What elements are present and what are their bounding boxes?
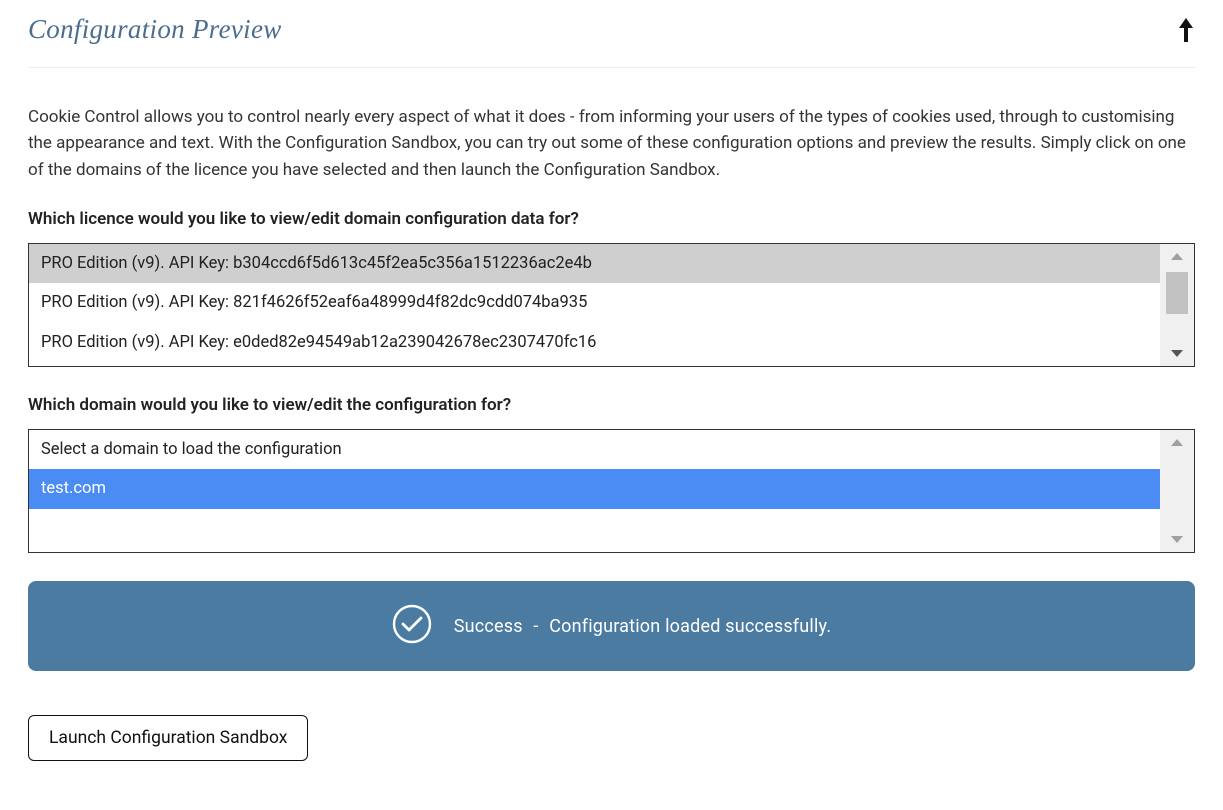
domain-listbox[interactable]: Select a domain to load the configuratio… [28,429,1195,553]
licence-option[interactable]: PRO Edition (v9). API Key: 821f4626f52ea… [29,283,1160,322]
success-check-icon [392,604,432,648]
scroll-up-icon[interactable] [1171,253,1183,260]
domain-option[interactable]: test.com [29,469,1160,508]
licence-option[interactable]: PRO Edition (v9). API Key: e0ded82e94549… [29,323,1160,362]
licence-listbox[interactable]: PRO Edition (v9). API Key: b304ccd6f5d61… [28,243,1195,367]
licence-label: Which licence would you like to view/edi… [28,209,1195,229]
licence-option[interactable]: PRO Edition (v9). API Key: b304ccd6f5d61… [29,244,1160,283]
scroll-thumb[interactable] [1166,272,1188,314]
domain-option[interactable]: Select a domain to load the configuratio… [29,430,1160,469]
status-banner: Success - Configuration loaded successfu… [28,581,1195,671]
domain-label: Which domain would you like to view/edit… [28,395,1195,415]
status-title: Success [454,616,523,637]
scroll-down-icon[interactable] [1171,536,1183,543]
status-text: Success - Configuration loaded successfu… [454,616,832,637]
launch-sandbox-button[interactable]: Launch Configuration Sandbox [28,715,308,761]
scroll-down-icon[interactable] [1171,350,1183,357]
licence-scrollbar[interactable] [1160,244,1194,366]
page-title: Configuration Preview [28,14,282,45]
status-separator: - [533,616,538,637]
scroll-up-icon[interactable] [1171,439,1183,446]
status-message: Configuration loaded successfully. [549,616,831,637]
intro-text: Cookie Control allows you to control nea… [28,104,1195,183]
scroll-top-icon[interactable] [1177,16,1195,44]
domain-scrollbar[interactable] [1160,430,1194,552]
